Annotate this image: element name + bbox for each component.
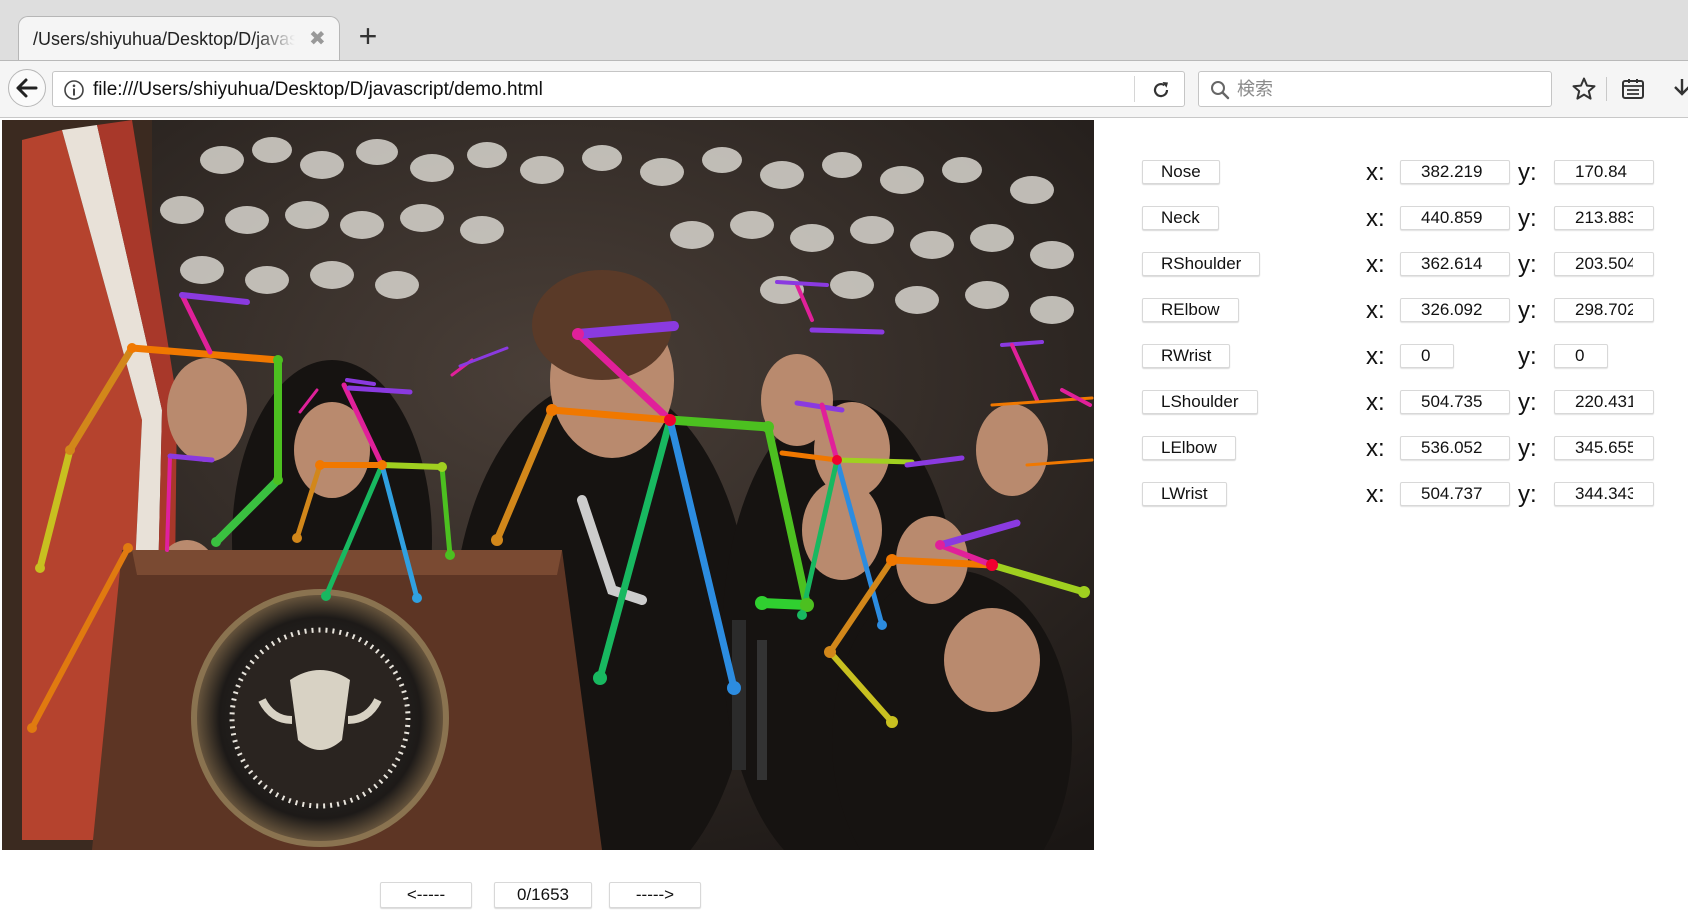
- frame-counter-field[interactable]: [494, 882, 592, 908]
- nose-y-field[interactable]: [1554, 160, 1654, 184]
- lwrist-y-field[interactable]: [1554, 482, 1654, 506]
- nose-x-field[interactable]: [1400, 160, 1510, 184]
- x-label: x:: [1366, 159, 1385, 186]
- x-label: x:: [1366, 435, 1385, 462]
- browser-tab[interactable]: /Users/shiyuhua/Desktop/D/javascript/dem…: [18, 16, 340, 60]
- keypoint-relbow-button[interactable]: RElbow: [1142, 298, 1239, 322]
- lelbow-y-field[interactable]: [1554, 436, 1654, 460]
- keypoint-neck-button[interactable]: Neck: [1142, 206, 1219, 230]
- y-label: y:: [1518, 343, 1537, 370]
- next-frame-button[interactable]: ----->: [609, 882, 701, 908]
- lshoulder-y-field[interactable]: [1554, 390, 1654, 414]
- keypoint-lshoulder-button[interactable]: LShoulder: [1142, 390, 1258, 414]
- new-tab-button[interactable]: +: [352, 20, 384, 52]
- relbow-y-field[interactable]: [1554, 298, 1654, 322]
- previous-frame-button[interactable]: <-----: [380, 882, 472, 908]
- rwrist-x-field[interactable]: [1400, 344, 1454, 368]
- tab-close-icon[interactable]: ✖: [309, 27, 326, 51]
- y-label: y:: [1518, 297, 1537, 324]
- keypoint-lelbow-button[interactable]: LElbow: [1142, 436, 1236, 460]
- keypoint-row-rshoulder: RShoulder x: y:: [1140, 250, 1680, 280]
- lwrist-x-field[interactable]: [1400, 482, 1510, 506]
- info-icon[interactable]: [63, 79, 85, 101]
- rwrist-y-field[interactable]: [1554, 344, 1608, 368]
- keypoint-row-relbow: RElbow x: y:: [1140, 296, 1680, 326]
- bookmark-star-icon[interactable]: [1571, 76, 1597, 102]
- keypoint-row-rwrist: RWrist x: y:: [1140, 342, 1680, 372]
- url-text[interactable]: file:///Users/shiyuhua/Desktop/D/javascr…: [93, 79, 543, 101]
- video-frame: [2, 120, 1094, 850]
- y-label: y:: [1518, 159, 1537, 186]
- keypoint-row-lwrist: LWrist x: y:: [1140, 480, 1680, 510]
- keypoint-rshoulder-button[interactable]: RShoulder: [1142, 252, 1261, 276]
- x-label: x:: [1366, 205, 1385, 232]
- keypoint-row-nose: Nose x: y:: [1140, 158, 1680, 188]
- x-label: x:: [1366, 389, 1385, 416]
- lelbow-x-field[interactable]: [1400, 436, 1510, 460]
- y-label: y:: [1518, 389, 1537, 416]
- x-label: x:: [1366, 297, 1385, 324]
- back-arrow-icon: [16, 78, 38, 98]
- page-content: Nose x: y: Neck x: y: RShoulder x: y: RE…: [0, 118, 1688, 912]
- x-label: x:: [1366, 251, 1385, 278]
- neck-x-field[interactable]: [1400, 206, 1510, 230]
- reload-icon[interactable]: [1150, 79, 1172, 101]
- neck-y-field[interactable]: [1554, 206, 1654, 230]
- toolbar-separator: [1606, 77, 1607, 101]
- pose-frame-image: [2, 120, 1094, 850]
- y-label: y:: [1518, 251, 1537, 278]
- tab-strip: /Users/shiyuhua/Desktop/D/javascript/dem…: [0, 0, 1688, 61]
- keypoint-nose-button[interactable]: Nose: [1142, 160, 1220, 184]
- y-label: y:: [1518, 481, 1537, 508]
- lshoulder-x-field[interactable]: [1400, 390, 1510, 414]
- x-label: x:: [1366, 481, 1385, 508]
- navigation-toolbar: file:///Users/shiyuhua/Desktop/D/javascr…: [0, 61, 1688, 118]
- search-bar[interactable]: [1198, 71, 1552, 107]
- search-icon: [1211, 81, 1230, 100]
- tab-title: /Users/shiyuhua/Desktop/D/javascript/dem…: [33, 29, 295, 51]
- keypoint-row-neck: Neck x: y:: [1140, 204, 1680, 234]
- relbow-x-field[interactable]: [1400, 298, 1510, 322]
- frame-navigation: <----- ----->: [0, 880, 1100, 908]
- keypoint-lwrist-button[interactable]: LWrist: [1142, 482, 1227, 506]
- keypoint-row-lelbow: LElbow x: y:: [1140, 434, 1680, 464]
- download-icon[interactable]: [1670, 76, 1688, 102]
- rshoulder-x-field[interactable]: [1400, 252, 1510, 276]
- rshoulder-y-field[interactable]: [1554, 252, 1654, 276]
- keypoint-row-lshoulder: LShoulder x: y:: [1140, 388, 1680, 418]
- x-label: x:: [1366, 343, 1385, 370]
- reading-list-icon[interactable]: [1620, 76, 1646, 102]
- y-label: y:: [1518, 435, 1537, 462]
- address-bar[interactable]: file:///Users/shiyuhua/Desktop/D/javascr…: [52, 71, 1185, 107]
- keypoint-rwrist-button[interactable]: RWrist: [1142, 344, 1231, 368]
- y-label: y:: [1518, 205, 1537, 232]
- urlbar-divider: [1134, 76, 1135, 102]
- search-input[interactable]: [1237, 76, 1537, 102]
- back-button[interactable]: [8, 69, 46, 107]
